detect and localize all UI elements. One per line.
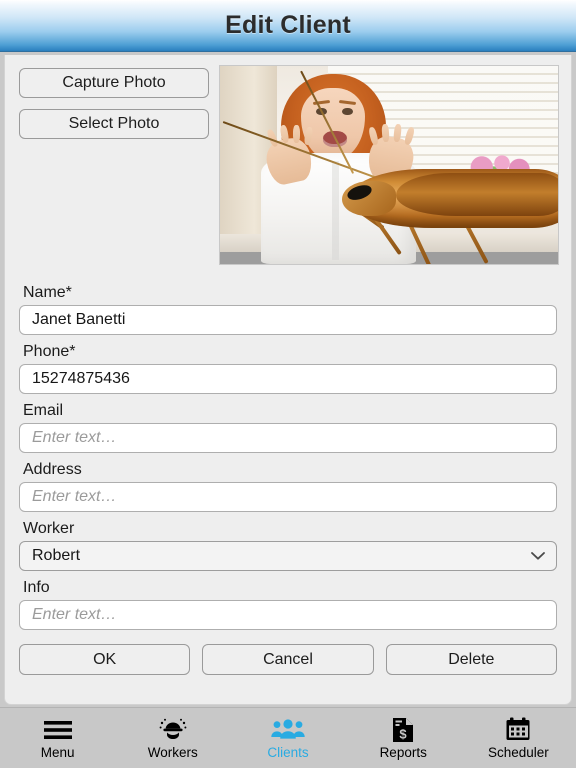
bottom-tab-bar: Menu Workers Clients $ Reports Scheduler bbox=[0, 707, 576, 768]
cancel-button[interactable]: Cancel bbox=[202, 644, 374, 675]
worker-select-wrap: Robert bbox=[19, 541, 557, 571]
tab-menu-label: Menu bbox=[40, 744, 75, 760]
titlebar: Edit Client bbox=[0, 0, 576, 52]
document-dollar-icon: $ bbox=[391, 717, 415, 743]
hard-hat-worker-icon bbox=[159, 717, 187, 743]
email-label: Email bbox=[23, 402, 64, 419]
capture-photo-button[interactable]: Capture Photo bbox=[19, 68, 209, 98]
edit-client-panel: Capture Photo Select Photo Name* Janet B… bbox=[4, 55, 572, 705]
tab-clients[interactable]: Clients bbox=[230, 708, 345, 768]
email-input[interactable] bbox=[19, 423, 557, 453]
phone-label: Phone* bbox=[23, 343, 76, 360]
photo-section: Capture Photo Select Photo bbox=[5, 55, 571, 265]
tab-clients-label: Clients bbox=[267, 744, 309, 760]
delete-button[interactable]: Delete bbox=[385, 644, 557, 675]
client-form: Name* Phone* Email Address Worker Robert… bbox=[5, 265, 571, 630]
tab-menu[interactable]: Menu bbox=[0, 708, 115, 768]
tab-workers-label: Workers bbox=[147, 744, 198, 760]
tab-reports-label: Reports bbox=[379, 744, 427, 760]
calendar-icon bbox=[505, 717, 531, 743]
tab-reports[interactable]: $ Reports bbox=[346, 708, 461, 768]
info-input[interactable] bbox=[19, 600, 557, 630]
tab-workers[interactable]: Workers bbox=[115, 708, 230, 768]
photo-buttons: Capture Photo Select Photo bbox=[19, 65, 209, 139]
app-root: Edit Client Capture Photo Select Photo N… bbox=[0, 0, 576, 768]
select-photo-button[interactable]: Select Photo bbox=[19, 109, 209, 139]
info-label: Info bbox=[23, 579, 50, 596]
client-photo[interactable] bbox=[219, 65, 559, 265]
address-label: Address bbox=[23, 461, 82, 478]
address-input[interactable] bbox=[19, 482, 557, 512]
tab-scheduler[interactable]: Scheduler bbox=[461, 708, 576, 768]
worker-select[interactable]: Robert bbox=[19, 541, 557, 571]
hamburger-menu-icon bbox=[43, 717, 73, 743]
people-group-icon bbox=[271, 717, 305, 743]
ok-button[interactable]: OK bbox=[19, 644, 191, 675]
phone-input[interactable] bbox=[19, 364, 557, 394]
client-photo-image bbox=[220, 66, 558, 264]
name-label: Name* bbox=[23, 284, 72, 301]
name-input[interactable] bbox=[19, 305, 557, 335]
svg-text:$: $ bbox=[400, 726, 408, 741]
tab-scheduler-label: Scheduler bbox=[488, 744, 549, 760]
worker-label: Worker bbox=[23, 520, 75, 537]
page-title: Edit Client bbox=[225, 11, 351, 39]
form-actions: OK Cancel Delete bbox=[5, 644, 571, 675]
content-area: Capture Photo Select Photo Name* Janet B… bbox=[0, 52, 576, 707]
